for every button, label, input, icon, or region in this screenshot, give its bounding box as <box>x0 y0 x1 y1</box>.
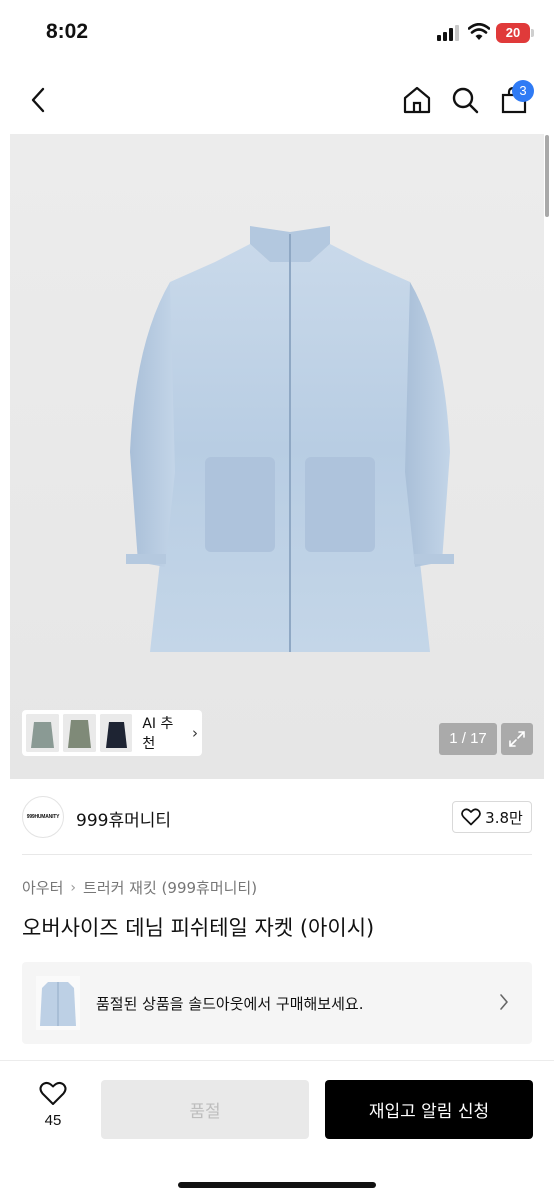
brand-name[interactable]: 999휴머니티 <box>76 806 171 831</box>
wishlist-button[interactable]: 45 <box>30 1081 76 1137</box>
wifi-icon <box>468 23 490 40</box>
expand-icon <box>509 731 525 747</box>
chevron-right-icon <box>500 994 508 1010</box>
recommend-thumb-3 <box>99 714 133 752</box>
chevron-right-icon: › <box>191 724 198 742</box>
brand-logo[interactable]: 999HUMANITY <box>22 796 64 838</box>
chevron-left-icon <box>31 87 45 113</box>
heart-icon <box>39 1081 67 1105</box>
page-scrollbar[interactable] <box>545 135 549 217</box>
breadcrumb-subcategory[interactable]: 트러커 재킷 (999휴머니티) <box>83 877 257 898</box>
cellular-signal-icon <box>437 25 459 41</box>
home-icon <box>403 86 431 114</box>
ai-recommend-label: AI 추천 <box>142 716 174 752</box>
recommend-thumb-2 <box>62 714 96 752</box>
home-button[interactable] <box>397 80 437 120</box>
brand-like-count: 3.8만 <box>485 808 523 827</box>
ai-recommend-button[interactable]: AI 추천 › <box>22 710 202 756</box>
soldout-product-thumb <box>36 976 80 1030</box>
status-bar: 8:02 20 <box>0 0 554 66</box>
search-icon <box>452 87 479 114</box>
expand-image-button[interactable] <box>501 723 533 755</box>
soldout-promo-banner[interactable]: 품절된 상품을 솔드아웃에서 구매해보세요. <box>22 962 532 1044</box>
cart-count-badge: 3 <box>512 80 534 102</box>
image-page-counter: 1 / 17 <box>439 723 497 755</box>
heart-icon <box>461 808 482 826</box>
product-image-gallery[interactable]: AI 추천 › 1 / 17 <box>10 134 544 779</box>
status-time: 8:02 <box>46 20 89 43</box>
divider <box>22 854 532 855</box>
breadcrumb: 아우터 › 트러커 재킷 (999휴머니티) <box>22 877 257 898</box>
home-indicator <box>178 1182 376 1188</box>
top-nav-bar <box>0 66 554 134</box>
battery-cap <box>531 29 534 37</box>
brand-like-button[interactable]: 3.8만 <box>452 801 532 833</box>
soldout-promo-text: 품절된 상품을 솔드아웃에서 구매해보세요. <box>96 995 364 1013</box>
soldout-button: 품절 <box>101 1080 309 1139</box>
product-photo <box>126 226 454 652</box>
brand-row: 999HUMANITY 999휴머니티 3.8만 <box>0 780 554 854</box>
breadcrumb-separator: › <box>70 879 77 896</box>
search-button[interactable] <box>445 80 485 120</box>
restock-alert-button[interactable]: 재입고 알림 신청 <box>325 1080 533 1139</box>
product-title: 오버사이즈 데님 피쉬테일 자켓 (아이시) <box>22 916 375 940</box>
recommend-thumb-1 <box>26 714 59 752</box>
battery-indicator: 20 <box>496 23 530 43</box>
wishlist-count: 45 <box>44 1112 62 1129</box>
bottom-action-bar: 45 품절 재입고 알림 신청 <box>0 1060 554 1200</box>
breadcrumb-category[interactable]: 아우터 <box>22 877 63 898</box>
back-button[interactable] <box>18 80 58 120</box>
